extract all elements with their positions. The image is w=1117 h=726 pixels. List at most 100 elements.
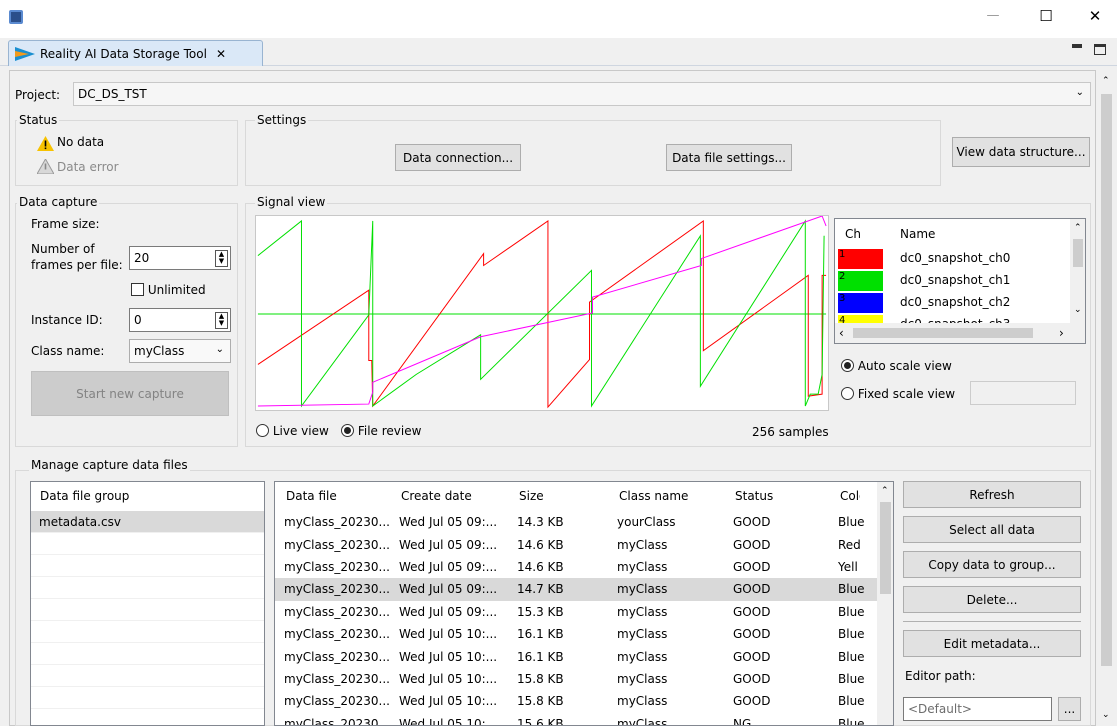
group-list-item[interactable]: metadata.csv bbox=[31, 511, 264, 533]
scroll-right-icon[interactable]: › bbox=[1059, 326, 1064, 340]
scroll-down-icon[interactable]: ⌄ bbox=[1074, 305, 1082, 315]
unlimited-checkbox[interactable]: Unlimited bbox=[131, 283, 206, 297]
main-scrollbar[interactable]: ⌃ ⌄ bbox=[1098, 70, 1115, 726]
scroll-up-icon[interactable]: ⌃ bbox=[1102, 76, 1110, 86]
refresh-button[interactable]: Refresh bbox=[903, 481, 1081, 508]
fixed-scale-radio-dot[interactable] bbox=[841, 387, 854, 400]
cell-size: 14.6 KB bbox=[517, 559, 564, 574]
select-all-button[interactable]: Select all data bbox=[903, 516, 1081, 543]
cell-status: GOOD bbox=[733, 515, 771, 530]
cell-class-name: myClass bbox=[617, 537, 668, 552]
cell-color: Yell bbox=[838, 559, 858, 574]
editor-path-input[interactable]: <Default> bbox=[903, 697, 1052, 721]
table-row-selected[interactable]: myClass_20230... Wed Jul 05 09:... 14.7 KB… bbox=[275, 578, 879, 601]
tab-close-icon[interactable]: ✕ bbox=[216, 47, 226, 61]
channel-row[interactable]: 4 dc0_snapshot_ch3 bbox=[835, 314, 1071, 323]
channel-2-trace bbox=[257, 216, 827, 407]
table-row[interactable]: myClass_20230... Wed Jul 05 09:... 14.6 KB… bbox=[275, 533, 879, 555]
table-row[interactable]: myClass_20230... Wed Jul 05 10:... 15.8 KB… bbox=[275, 690, 879, 712]
file-review-label: File review bbox=[357, 424, 422, 438]
scroll-left-icon[interactable]: ‹ bbox=[839, 326, 844, 340]
cell-size: 15.8 KB bbox=[517, 694, 564, 709]
unlimited-checkbox-box[interactable] bbox=[131, 283, 144, 296]
class-name-label: Class name: bbox=[31, 344, 105, 358]
project-select[interactable]: DC_DS_TST ⌄ bbox=[73, 82, 1091, 106]
frames-per-file-input[interactable]: 20 ▲ ▼ bbox=[129, 246, 231, 270]
column-header-color[interactable]: Colo bbox=[840, 489, 860, 503]
manage-files-title: Manage capture data files bbox=[29, 458, 190, 472]
class-name-select[interactable]: myClass ⌄ bbox=[129, 339, 231, 363]
unlimited-label: Unlimited bbox=[147, 283, 206, 297]
channel-header-name: Name bbox=[900, 227, 936, 241]
table-row[interactable]: myClass_20230... Wed Jul 05 09:... 15.3 KB… bbox=[275, 601, 879, 623]
cell-class-name: yourClass bbox=[617, 515, 676, 530]
cell-status: GOOD bbox=[733, 671, 771, 686]
scroll-thumb[interactable] bbox=[853, 328, 1033, 338]
edit-metadata-button[interactable]: Edit metadata... bbox=[903, 630, 1081, 657]
cell-class-name: myClass bbox=[617, 559, 668, 574]
table-row[interactable]: myClass_20230... Wed Jul 05 10:... 16.1 KB… bbox=[275, 623, 879, 645]
auto-scale-radio-dot[interactable] bbox=[841, 359, 854, 372]
table-row[interactable]: myClass_20230... Wed Jul 05 09:... 14.3 KB… bbox=[275, 511, 879, 533]
live-view-radio[interactable]: Live view bbox=[256, 424, 329, 438]
cell-class-name: myClass bbox=[617, 627, 668, 642]
fixed-scale-radio[interactable]: Fixed scale view bbox=[841, 387, 955, 401]
channel-vscrollbar[interactable]: ⌃ ⌄ bbox=[1070, 219, 1085, 323]
column-header-create-date[interactable]: Create date bbox=[401, 489, 472, 503]
column-header-data-file[interactable]: Data file bbox=[286, 489, 337, 503]
fixed-scale-input[interactable] bbox=[970, 381, 1076, 405]
minimize-button[interactable]: — bbox=[978, 8, 1008, 28]
cell-data-file: myClass_20230... bbox=[284, 649, 390, 664]
maximize-button[interactable]: ☐ bbox=[1031, 7, 1061, 27]
class-name-value: myClass bbox=[134, 344, 185, 358]
channel-row[interactable]: 3 dc0_snapshot_ch2 bbox=[835, 292, 1071, 314]
cell-color: Blue bbox=[838, 515, 865, 530]
channel-hscrollbar[interactable]: ‹ › bbox=[835, 323, 1085, 343]
view-minimize-icon[interactable] bbox=[1072, 44, 1082, 48]
instance-stepper-icon[interactable]: ▲ ▼ bbox=[215, 312, 228, 329]
cell-color: Blue bbox=[838, 582, 865, 597]
view-data-structure-button[interactable]: View data structure... bbox=[952, 137, 1090, 167]
cell-color: Blue bbox=[838, 604, 865, 619]
column-header-size[interactable]: Size bbox=[519, 489, 544, 503]
instance-id-input[interactable]: 0 ▲ ▼ bbox=[129, 308, 231, 332]
frames-stepper-icon[interactable]: ▲ ▼ bbox=[215, 250, 228, 267]
channel-row[interactable]: 2 dc0_snapshot_ch1 bbox=[835, 270, 1071, 292]
file-review-radio-dot[interactable] bbox=[341, 424, 354, 437]
scroll-up-icon[interactable]: ⌃ bbox=[1074, 223, 1082, 233]
delete-button[interactable]: Delete... bbox=[903, 586, 1081, 613]
table-row[interactable]: myClass_20230... Wed Jul 05 10:... 16.1 KB… bbox=[275, 645, 879, 667]
data-capture-title: Data capture bbox=[17, 195, 100, 209]
channel-row[interactable]: 1 dc0_snapshot_ch0 bbox=[835, 248, 1071, 270]
frames-label-line1: Number of bbox=[31, 242, 95, 256]
auto-scale-radio[interactable]: Auto scale view bbox=[841, 359, 952, 373]
view-maximize-icon[interactable] bbox=[1094, 44, 1106, 55]
cell-create-date: Wed Jul 05 10:... bbox=[399, 694, 498, 709]
cell-status: GOOD bbox=[733, 582, 771, 597]
data-file-settings-button[interactable]: Data file settings... bbox=[666, 144, 792, 171]
status-data-error: Data error bbox=[57, 160, 119, 174]
copy-to-group-button[interactable]: Copy data to group... bbox=[903, 551, 1081, 578]
scroll-thumb[interactable] bbox=[1101, 94, 1112, 666]
table-row[interactable]: myClass_20230... Wed Jul 05 09:... 14.6 KB… bbox=[275, 556, 879, 578]
file-review-radio[interactable]: File review bbox=[341, 424, 421, 438]
tab-title: Reality AI Data Storage Tool bbox=[40, 46, 207, 61]
table-row[interactable]: myClass_20230... Wed Jul 05 10:... 15.6 KB… bbox=[275, 713, 879, 725]
table-row[interactable]: myClass_20230... Wed Jul 05 10:... 15.8 KB… bbox=[275, 668, 879, 690]
data-file-table: Data file Create date Size Class name St… bbox=[274, 481, 894, 726]
scroll-thumb[interactable] bbox=[1073, 239, 1083, 267]
cell-color: Blue bbox=[838, 627, 865, 642]
column-header-class-name[interactable]: Class name bbox=[619, 489, 688, 503]
start-capture-button[interactable]: Start new capture bbox=[31, 371, 229, 416]
scroll-up-icon[interactable]: ⌃ bbox=[881, 486, 889, 496]
live-view-radio-dot[interactable] bbox=[256, 424, 269, 437]
tab-data-storage-tool[interactable]: Reality AI Data Storage Tool ✕ bbox=[8, 40, 263, 66]
close-window-button[interactable]: ✕ bbox=[1080, 7, 1110, 27]
scroll-thumb[interactable] bbox=[880, 502, 891, 594]
column-header-status[interactable]: Status bbox=[735, 489, 773, 503]
browse-button[interactable]: ... bbox=[1058, 697, 1081, 721]
channel-name: dc0_snapshot_ch1 bbox=[900, 273, 1011, 287]
scroll-down-icon[interactable]: ⌄ bbox=[1102, 710, 1110, 720]
table-vscrollbar[interactable]: ⌃ bbox=[877, 482, 893, 725]
data-connection-button[interactable]: Data connection... bbox=[395, 144, 521, 171]
